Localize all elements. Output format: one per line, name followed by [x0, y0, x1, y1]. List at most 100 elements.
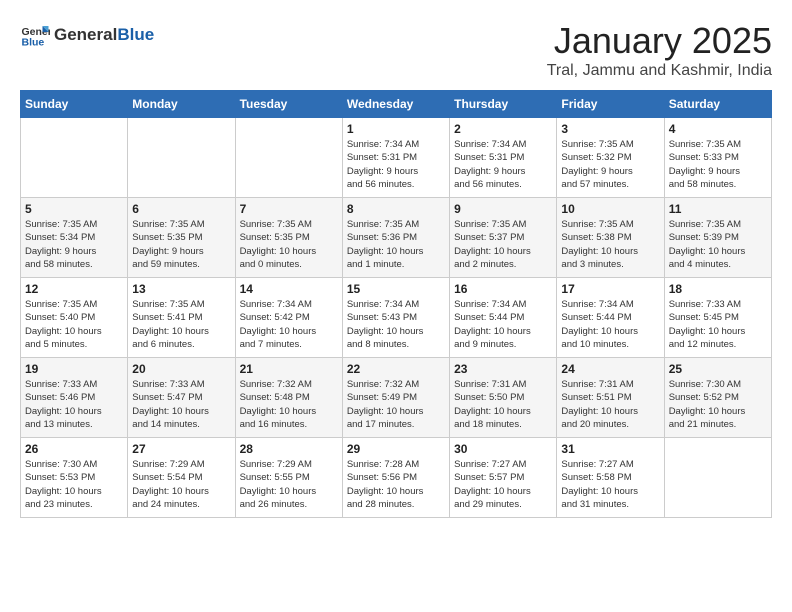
day-number: 11 [669, 202, 767, 216]
day-info: Sunrise: 7:35 AM Sunset: 5:32 PM Dayligh… [561, 138, 659, 191]
empty-cell [128, 118, 235, 198]
day-cell-22: 22 Sunrise: 7:32 AM Sunset: 5:49 PM Dayli… [342, 358, 449, 438]
weekday-header-tuesday: Tuesday [235, 91, 342, 118]
day-info: Sunrise: 7:30 AM Sunset: 5:53 PM Dayligh… [25, 458, 123, 511]
day-number: 30 [454, 442, 552, 456]
day-number: 29 [347, 442, 445, 456]
day-info: Sunrise: 7:33 AM Sunset: 5:45 PM Dayligh… [669, 298, 767, 351]
day-info: Sunrise: 7:35 AM Sunset: 5:35 PM Dayligh… [240, 218, 338, 271]
day-info: Sunrise: 7:35 AM Sunset: 5:36 PM Dayligh… [347, 218, 445, 271]
day-info: Sunrise: 7:35 AM Sunset: 5:38 PM Dayligh… [561, 218, 659, 271]
svg-text:Blue: Blue [22, 37, 45, 49]
day-number: 16 [454, 282, 552, 296]
day-number: 12 [25, 282, 123, 296]
week-row-4: 19Sunrise: 7:33 AM Sunset: 5:46 PM Dayli… [21, 358, 772, 438]
day-cell-30: 30 Sunrise: 7:27 AM Sunset: 5:57 PM Dayli… [450, 438, 557, 518]
day-number: 26 [25, 442, 123, 456]
weekday-header-wednesday: Wednesday [342, 91, 449, 118]
day-cell-11: 11 Sunrise: 7:35 AM Sunset: 5:39 PM Dayli… [664, 198, 771, 278]
calendar-table: SundayMondayTuesdayWednesdayThursdayFrid… [20, 90, 772, 518]
day-cell-20: 20Sunrise: 7:33 AM Sunset: 5:47 PM Dayli… [128, 358, 235, 438]
logo-general: General [54, 25, 117, 44]
empty-cell [21, 118, 128, 198]
day-info: Sunrise: 7:31 AM Sunset: 5:51 PM Dayligh… [561, 378, 659, 431]
day-cell-12: 12 Sunrise: 7:35 AM Sunset: 5:40 PM Dayli… [21, 278, 128, 358]
empty-cell [235, 118, 342, 198]
day-cell-2: 2 Sunrise: 7:34 AM Sunset: 5:31 PM Daylig… [450, 118, 557, 198]
day-cell-15: 15 Sunrise: 7:34 AM Sunset: 5:43 PM Dayli… [342, 278, 449, 358]
day-number: 23 [454, 362, 552, 376]
day-number: 6 [132, 202, 230, 216]
day-info: Sunrise: 7:34 AM Sunset: 5:44 PM Dayligh… [561, 298, 659, 351]
weekday-header-friday: Friday [557, 91, 664, 118]
day-cell-27: 27 Sunrise: 7:29 AM Sunset: 5:54 PM Dayli… [128, 438, 235, 518]
day-number: 22 [347, 362, 445, 376]
day-number: 24 [561, 362, 659, 376]
day-info: Sunrise: 7:34 AM Sunset: 5:42 PM Dayligh… [240, 298, 338, 351]
day-cell-13: 13 Sunrise: 7:35 AM Sunset: 5:41 PM Dayli… [128, 278, 235, 358]
day-cell-10: 10 Sunrise: 7:35 AM Sunset: 5:38 PM Dayli… [557, 198, 664, 278]
week-row-5: 26 Sunrise: 7:30 AM Sunset: 5:53 PM Dayli… [21, 438, 772, 518]
day-number: 13 [132, 282, 230, 296]
day-number: 1 [347, 122, 445, 136]
weekday-header-sunday: Sunday [21, 91, 128, 118]
day-number: 14 [240, 282, 338, 296]
day-info: Sunrise: 7:27 AM Sunset: 5:57 PM Dayligh… [454, 458, 552, 511]
day-number: 9 [454, 202, 552, 216]
day-info: Sunrise: 7:34 AM Sunset: 5:43 PM Dayligh… [347, 298, 445, 351]
day-cell-6: 6Sunrise: 7:35 AM Sunset: 5:35 PM Daylig… [128, 198, 235, 278]
weekday-header-saturday: Saturday [664, 91, 771, 118]
day-number: 8 [347, 202, 445, 216]
day-number: 20 [132, 362, 230, 376]
day-number: 7 [240, 202, 338, 216]
day-info: Sunrise: 7:35 AM Sunset: 5:37 PM Dayligh… [454, 218, 552, 271]
month-title: January 2025 [547, 20, 772, 62]
day-info: Sunrise: 7:28 AM Sunset: 5:56 PM Dayligh… [347, 458, 445, 511]
day-number: 10 [561, 202, 659, 216]
title-section: January 2025 Tral, Jammu and Kashmir, In… [547, 20, 772, 80]
location-subtitle: Tral, Jammu and Kashmir, India [547, 62, 772, 80]
week-row-2: 5Sunrise: 7:35 AM Sunset: 5:34 PM Daylig… [21, 198, 772, 278]
day-cell-16: 16Sunrise: 7:34 AM Sunset: 5:44 PM Dayli… [450, 278, 557, 358]
day-cell-31: 31 Sunrise: 7:27 AM Sunset: 5:58 PM Dayli… [557, 438, 664, 518]
day-number: 4 [669, 122, 767, 136]
day-cell-26: 26 Sunrise: 7:30 AM Sunset: 5:53 PM Dayli… [21, 438, 128, 518]
week-row-3: 12 Sunrise: 7:35 AM Sunset: 5:40 PM Dayli… [21, 278, 772, 358]
day-info: Sunrise: 7:35 AM Sunset: 5:33 PM Dayligh… [669, 138, 767, 191]
day-number: 25 [669, 362, 767, 376]
day-info: Sunrise: 7:34 AM Sunset: 5:31 PM Dayligh… [347, 138, 445, 191]
day-cell-23: 23 Sunrise: 7:31 AM Sunset: 5:50 PM Dayli… [450, 358, 557, 438]
day-info: Sunrise: 7:35 AM Sunset: 5:39 PM Dayligh… [669, 218, 767, 271]
day-info: Sunrise: 7:35 AM Sunset: 5:40 PM Dayligh… [25, 298, 123, 351]
weekday-header-thursday: Thursday [450, 91, 557, 118]
day-number: 31 [561, 442, 659, 456]
weekday-header-row: SundayMondayTuesdayWednesdayThursdayFrid… [21, 91, 772, 118]
day-info: Sunrise: 7:32 AM Sunset: 5:49 PM Dayligh… [347, 378, 445, 431]
day-number: 18 [669, 282, 767, 296]
day-cell-18: 18 Sunrise: 7:33 AM Sunset: 5:45 PM Dayli… [664, 278, 771, 358]
day-cell-17: 17 Sunrise: 7:34 AM Sunset: 5:44 PM Dayli… [557, 278, 664, 358]
day-info: Sunrise: 7:27 AM Sunset: 5:58 PM Dayligh… [561, 458, 659, 511]
day-info: Sunrise: 7:31 AM Sunset: 5:50 PM Dayligh… [454, 378, 552, 431]
day-cell-25: 25Sunrise: 7:30 AM Sunset: 5:52 PM Dayli… [664, 358, 771, 438]
logo-text: GeneralBlue [54, 26, 154, 45]
day-cell-8: 8 Sunrise: 7:35 AM Sunset: 5:36 PM Daylig… [342, 198, 449, 278]
day-info: Sunrise: 7:34 AM Sunset: 5:31 PM Dayligh… [454, 138, 552, 191]
day-number: 28 [240, 442, 338, 456]
logo-blue: Blue [117, 25, 154, 44]
day-info: Sunrise: 7:29 AM Sunset: 5:54 PM Dayligh… [132, 458, 230, 511]
day-info: Sunrise: 7:35 AM Sunset: 5:34 PM Dayligh… [25, 218, 123, 271]
day-number: 3 [561, 122, 659, 136]
day-info: Sunrise: 7:35 AM Sunset: 5:41 PM Dayligh… [132, 298, 230, 351]
day-cell-3: 3 Sunrise: 7:35 AM Sunset: 5:32 PM Daylig… [557, 118, 664, 198]
day-cell-5: 5Sunrise: 7:35 AM Sunset: 5:34 PM Daylig… [21, 198, 128, 278]
day-cell-9: 9 Sunrise: 7:35 AM Sunset: 5:37 PM Daylig… [450, 198, 557, 278]
day-info: Sunrise: 7:32 AM Sunset: 5:48 PM Dayligh… [240, 378, 338, 431]
day-number: 15 [347, 282, 445, 296]
day-number: 2 [454, 122, 552, 136]
day-info: Sunrise: 7:29 AM Sunset: 5:55 PM Dayligh… [240, 458, 338, 511]
day-cell-14: 14 Sunrise: 7:34 AM Sunset: 5:42 PM Dayli… [235, 278, 342, 358]
day-cell-19: 19Sunrise: 7:33 AM Sunset: 5:46 PM Dayli… [21, 358, 128, 438]
day-number: 27 [132, 442, 230, 456]
day-number: 17 [561, 282, 659, 296]
